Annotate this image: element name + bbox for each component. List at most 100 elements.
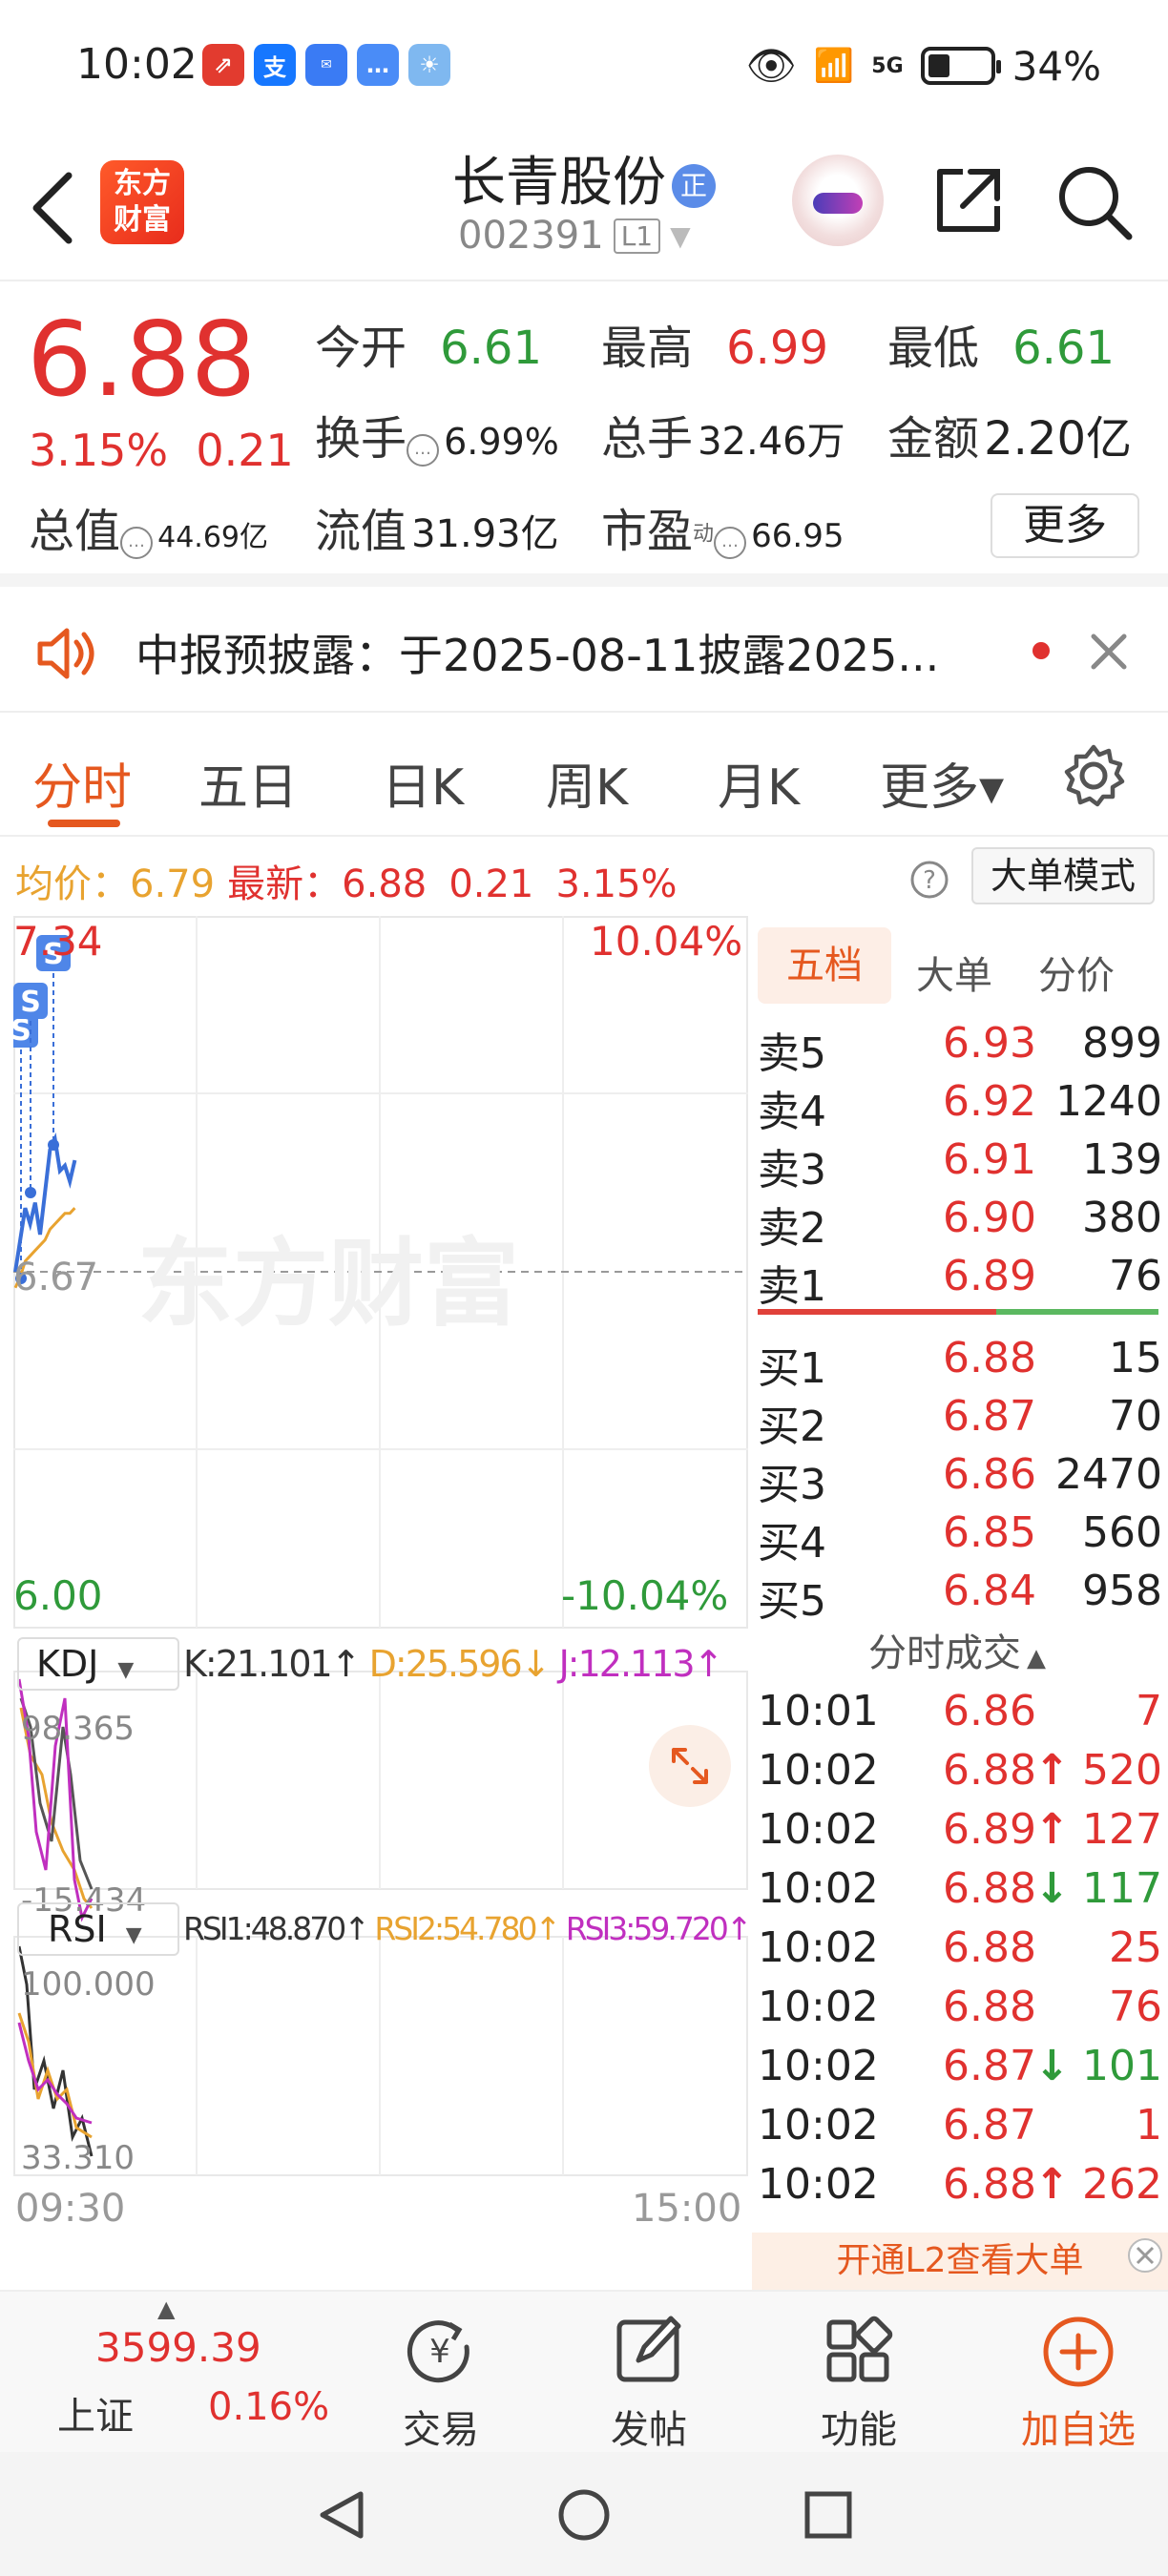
ask-price: 6.89 <box>943 1252 1036 1300</box>
close-icon[interactable] <box>1088 631 1130 673</box>
bid-price: 6.84 <box>943 1567 1036 1615</box>
kdj-indicator-select[interactable]: KDJ ▼ <box>17 1637 179 1691</box>
tick-price: 6.89 <box>943 1805 1036 1854</box>
ai-assistant-avatar[interactable] <box>792 155 884 246</box>
tick-time: 10:01 <box>758 1687 879 1735</box>
latest-label: 最新： <box>227 862 343 906</box>
rsi-indicator-select[interactable]: RSI ▼ <box>17 1902 179 1956</box>
float-cap-field: 流值 31.93亿 <box>315 493 559 560</box>
svg-text:¥: ¥ <box>429 2333 450 2371</box>
bottom-nav: ▲ 3599.39 上证 0.16% ¥ 交易 发帖 功能 加自选 <box>0 2290 1168 2452</box>
chart-tabs: 分时 五日 日K 周K 月K 更多▾ <box>0 713 1168 837</box>
open-field: 今开 6.61 <box>315 310 542 377</box>
tick-price: 6.88 <box>943 1746 1036 1795</box>
price-axis-bottom: 6.00 <box>13 1572 103 1619</box>
quote-panel: 6.88 3.15% 0.21 今开 6.61 最高 6.99 最低 6.61 … <box>0 281 1168 587</box>
back-nav-icon[interactable] <box>315 2488 368 2542</box>
index-ticker[interactable]: ▲ 3599.39 上证 0.16% <box>29 2292 334 2454</box>
tick-volume: 117 <box>1082 1864 1162 1913</box>
tick-time: 10:02 <box>758 2101 879 2150</box>
gear-icon[interactable] <box>1059 741 1128 810</box>
share-icon[interactable] <box>930 162 1007 239</box>
ask-volume: 1240 <box>1055 1077 1162 1126</box>
tick-direction: ↑ <box>1034 1805 1070 1854</box>
zheng-badge: 正 <box>672 163 716 208</box>
tab-monthly-k[interactable]: 月K <box>718 747 800 819</box>
tab-more[interactable]: 更多▾ <box>880 747 1004 819</box>
tick-row: 10:02 6.89 ↑ 127 <box>752 1805 1162 1862</box>
high-value: 6.99 <box>726 322 828 375</box>
rsi-axis-top: 100.000 <box>21 1965 156 2004</box>
nav-trade[interactable]: ¥ 交易 <box>355 2292 527 2454</box>
more-button[interactable]: 更多 <box>991 493 1139 558</box>
avg-label: 均价： <box>15 862 130 906</box>
tab-big-orders[interactable]: 大单 <box>916 945 992 1000</box>
caret-up-icon: ▲ <box>157 2296 176 2322</box>
stock-code-row[interactable]: 002391 L1 ▼ <box>458 214 691 258</box>
ask-volume: 380 <box>1082 1194 1162 1242</box>
l2-upgrade-banner[interactable]: 开通L2查看大单 <box>752 2233 1168 2290</box>
nav-post[interactable]: 发帖 <box>563 2292 735 2454</box>
tab-five-day[interactable]: 五日 <box>198 747 298 819</box>
notice-text[interactable]: 中报预披露：于2025-08-11披露2025... <box>136 621 939 684</box>
tab-price-distribution[interactable]: 分价 <box>1038 945 1115 1000</box>
tick-volume: 127 <box>1082 1805 1162 1854</box>
kdj-d: D:25.596↓ <box>368 1643 552 1685</box>
change-amount: 0.21 <box>196 425 294 476</box>
ask-row: 卖1 6.89 76 <box>752 1252 1162 1311</box>
l2-banner-text: 开通L2查看大单 <box>836 2241 1084 2280</box>
ask-volume: 76 <box>1109 1252 1162 1300</box>
info-icon[interactable]: … <box>714 526 747 559</box>
big-order-mode-button[interactable]: 大单模式 <box>971 847 1155 904</box>
info-icon[interactable]: … <box>120 526 154 559</box>
rsi-values: RSI1:48.870↑ RSI2:54.780↑ RSI3:59.720↑ <box>183 1910 753 1947</box>
status-app-icons: ⇗ 支 ✉ … ☀ <box>202 44 450 86</box>
open-label: 今开 <box>315 322 407 375</box>
tick-time: 10:02 <box>758 1805 879 1854</box>
ask-price: 6.90 <box>943 1194 1036 1242</box>
turnover-field[interactable]: 换手… 6.99% <box>315 401 559 467</box>
wifi-icon: 📶 <box>813 47 855 85</box>
tab-daily-k[interactable]: 日K <box>382 747 464 819</box>
bid-price: 6.85 <box>943 1508 1036 1557</box>
tab-five-levels[interactable]: 五档 <box>758 927 891 1004</box>
status-indicators: 👁 📶 5G 34% <box>746 42 1101 90</box>
expand-button[interactable] <box>649 1725 731 1807</box>
kdj-j: J:12.113↑ <box>558 1643 724 1685</box>
tick-row: 10:02 6.87 1 <box>752 2101 1162 2158</box>
chevron-down-icon: ▼ <box>117 1658 135 1682</box>
info-icon[interactable]: … <box>407 433 440 467</box>
ask-label: 卖3 <box>758 1146 826 1195</box>
home-nav-icon[interactable] <box>557 2488 611 2542</box>
tick-time: 10:02 <box>758 1864 879 1913</box>
honor-icon: ✉ <box>305 44 347 86</box>
watermark: 东方财富 <box>137 1228 519 1340</box>
alipay-icon: 支 <box>254 44 296 86</box>
search-icon[interactable] <box>1054 162 1135 242</box>
index-name: 上证 <box>57 2395 134 2439</box>
nav-add-watchlist[interactable]: 加自选 <box>992 2292 1164 2454</box>
nav-functions[interactable]: 功能 <box>773 2292 945 2454</box>
tick-volume: 101 <box>1082 2042 1162 2090</box>
recents-nav-icon[interactable] <box>803 2490 853 2540</box>
bid-label: 买2 <box>758 1402 826 1451</box>
ticks-title[interactable]: 分时成交 ▲ <box>752 1622 1162 1677</box>
change-percent: 3.15% <box>29 425 169 476</box>
help-icon[interactable]: ? <box>908 859 950 901</box>
turnover-value: 6.99% <box>444 421 559 463</box>
signal-point <box>25 1187 36 1198</box>
bid-volume: 560 <box>1082 1508 1162 1557</box>
pe-field[interactable]: 市盈动… 66.95 <box>601 493 844 560</box>
bid-label: 买4 <box>758 1519 826 1568</box>
index-change: 0.16% <box>208 2385 330 2429</box>
notice-bar[interactable]: 中报预披露：于2025-08-11披露2025... <box>0 587 1168 713</box>
tab-intraday[interactable]: 分时 <box>32 747 132 819</box>
mktcap-field[interactable]: 总值… 44.69亿 <box>29 493 268 560</box>
bid-volume: 70 <box>1109 1392 1162 1441</box>
tab-weekly-k[interactable]: 周K <box>546 747 628 819</box>
ask-ratio-bar <box>758 1309 996 1315</box>
close-icon[interactable] <box>1126 2236 1164 2275</box>
bid-row: 买4 6.85 560 <box>752 1508 1162 1568</box>
trade-icon: ¥ <box>407 2320 469 2383</box>
tick-time: 10:02 <box>758 2042 879 2090</box>
